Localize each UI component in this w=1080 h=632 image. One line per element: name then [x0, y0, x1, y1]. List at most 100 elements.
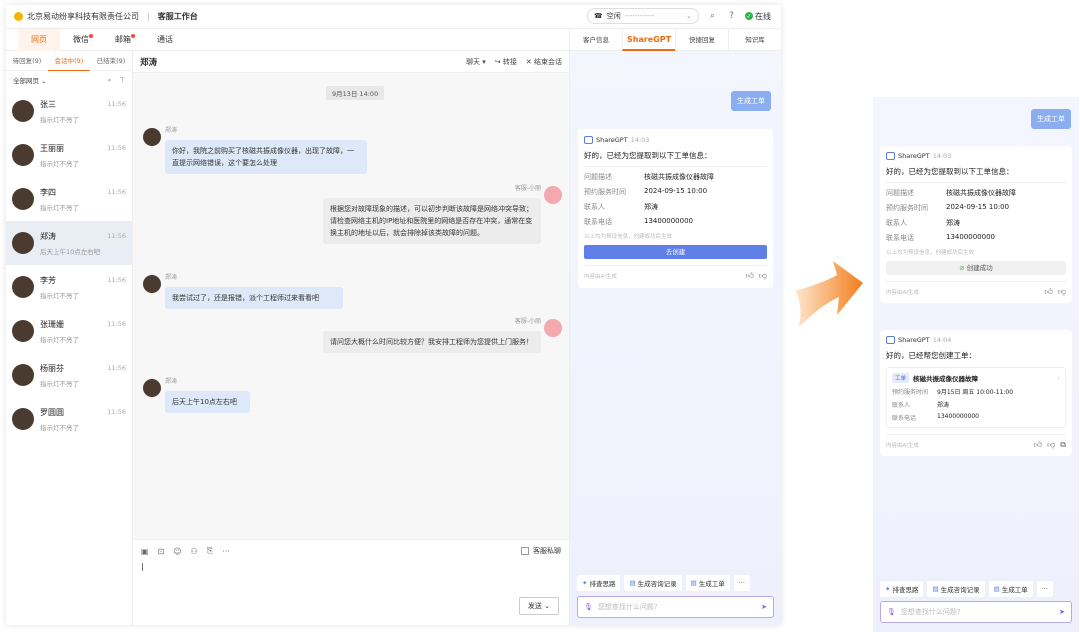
tab-web[interactable]: 网页 [18, 28, 60, 51]
thumbs-down-icon[interactable]: 👎︎ [759, 271, 767, 281]
attachment-icon[interactable]: ⎘ [207, 546, 213, 556]
quick-label: 排查思路 [892, 586, 919, 594]
phone-status-select[interactable]: ☎ 空闲 ---·---·---- ⌄ [587, 8, 699, 24]
filter-label: 全部网页 [13, 77, 39, 85]
last-message: 指示灯不亮了 [40, 115, 79, 124]
ticket-title: 核磁共振成像仪器故障 [913, 375, 979, 383]
quick-troubleshoot[interactable]: ✦ 排查思路 [880, 581, 924, 597]
more-icon[interactable]: ··· [222, 547, 230, 556]
list-item[interactable]: 杨丽芬 指示灯不亮了 11:56 [6, 353, 132, 397]
filter-select[interactable]: 全部网页 ⌄ [13, 75, 47, 85]
end-chat-button[interactable]: ✕ 结束会话 [526, 57, 562, 67]
avatar [12, 276, 34, 298]
card-intro: 好的，已经帮您创建工单： [886, 351, 976, 360]
transfer-label: 转接 [502, 57, 517, 66]
online-label: 在线 [755, 11, 771, 21]
timestamp: 11:56 [107, 320, 126, 328]
copy-icon[interactable]: ⧉ [1060, 440, 1066, 450]
tab-customer-info[interactable]: 客户信息 [570, 29, 622, 51]
quick-more[interactable]: ··· [1036, 581, 1053, 597]
doc-icon: ▤ [629, 579, 636, 587]
list-item[interactable]: 郑涛 后天上午10点左右吧 11:56 [6, 221, 132, 265]
last-message: 后天上午10点左右吧 [40, 247, 101, 256]
ai-question-input[interactable]: 🎙︎ 您想查找什么问题? ➤ [880, 601, 1072, 623]
screenshot-icon[interactable]: ⊡ [158, 547, 165, 556]
quick-create-ticket[interactable]: ▤ 生成工单 [988, 581, 1033, 597]
thumbs-up-icon[interactable]: 👍︎ [746, 271, 754, 281]
list-item[interactable]: 张三 指示灯不亮了 11:56 [6, 89, 132, 133]
quick-troubleshoot[interactable]: ✦ 排查思路 [577, 575, 621, 591]
list-item[interactable]: 张珊姗 指示灯不亮了 11:56 [6, 309, 132, 353]
brand-separator: | [147, 12, 150, 21]
search-icon[interactable]: ⌕ [707, 11, 718, 22]
ai-card-extract: ShareGPT 14:03 好的，已经为您提取到以下工单信息： 问题描述 核磁共振… [880, 146, 1072, 303]
emoji-icon[interactable]: ☺ [173, 547, 181, 556]
ai-question-input[interactable]: 🎙︎ 您想查找什么问题? ➤ [577, 596, 774, 618]
quick-create-ticket[interactable]: ▤ 生成工单 [685, 575, 730, 591]
list-item[interactable]: 王丽丽 指示灯不亮了 11:56 [6, 133, 132, 177]
last-message: 指示灯不亮了 [40, 159, 79, 168]
private-chat-toggle[interactable]: 客服私聊 [521, 546, 561, 556]
tab-quick-reply[interactable]: 快捷回复 [675, 28, 728, 51]
list-item[interactable]: 李四 指示灯不亮了 11:56 [6, 177, 132, 221]
tab-email[interactable]: 邮箱 [102, 29, 144, 51]
timestamp: 11:56 [107, 144, 126, 152]
flow-arrow-icon [795, 261, 863, 327]
tab-wechat[interactable]: 微信 [60, 29, 102, 51]
avatar [12, 232, 34, 254]
quick-actions: ✦ 排查思路 ▤ 生成咨询记录 ▤ 生成工单 ··· [880, 581, 1053, 597]
create-ticket-button[interactable]: 去创建 [584, 245, 767, 259]
field-value: 郑涛 [946, 219, 960, 227]
send-button[interactable]: 发送 ⌄ [518, 597, 559, 615]
tab-call[interactable]: 通话 [144, 29, 186, 51]
send-icon[interactable]: ➤ [761, 603, 767, 611]
ticket-tag: 工单 [892, 373, 910, 383]
user-command: 生成工单 [1031, 109, 1071, 129]
quick-consult-record[interactable]: ▤ 生成咨询记录 [624, 575, 682, 591]
phone-status: 空闲 [606, 12, 621, 20]
message-outgoing: 客服-小丽 根据您对故障现象的描述，可以初步判断该故障是网络冲突导致；请检查网络… [323, 183, 541, 244]
message-bubble: 根据您对故障现象的描述，可以初步判断该故障是网络冲突导致；请检查网络主机的IP地… [323, 198, 541, 244]
checkbox[interactable] [521, 547, 529, 555]
unread-dot [89, 33, 93, 38]
tab-pending[interactable]: 待回复(9) [6, 51, 48, 71]
field-value: 13400000000 [644, 217, 693, 225]
tab-active[interactable]: 会话中(9) [48, 51, 90, 71]
field-value: 2024-09-15 10:00 [946, 203, 1010, 211]
image-icon[interactable]: ▣ [141, 547, 149, 556]
microphone-icon[interactable]: 🎙︎ [584, 603, 593, 611]
message-composer[interactable]: ▣ ⊡ ☺ ⚇ ⎘ ··· 客服私聊 | 发送 ⌄ [133, 539, 569, 625]
timestamp: 11:56 [107, 188, 126, 196]
quick-consult-record[interactable]: ▤ 生成咨询记录 [927, 581, 985, 597]
tab-sharegpt[interactable]: ShareGPT [622, 28, 675, 51]
transfer-button[interactable]: ↪ 转接 [495, 57, 517, 67]
thumbs-up-icon[interactable]: 👍︎ [1034, 440, 1042, 450]
card-intro: 好的，已经为您提取到以下工单信息： [584, 151, 712, 160]
quick-more[interactable]: ··· [733, 575, 750, 591]
field-value: 13400000000 [946, 233, 995, 241]
sender-name: 郑涛 [165, 274, 178, 281]
filter-icon[interactable]: ⊤ [119, 76, 125, 85]
tab-ended[interactable]: 已结束(9) [90, 51, 132, 71]
list-item[interactable]: 罗圆圆 指示灯不亮了 11:56 [6, 397, 132, 441]
microphone-icon[interactable]: 🎙︎ [887, 608, 896, 616]
thumbs-up-icon[interactable]: 👍︎ [1045, 287, 1053, 297]
thumbs-down-icon[interactable]: 👎︎ [1058, 287, 1066, 297]
list-item[interactable]: 李芳 指示灯不亮了 11:56 [6, 265, 132, 309]
ticket-summary[interactable]: 工单 核磁共振成像仪器故障 › 预约服务时间 9月15日 周五 10:00-11:00… [886, 367, 1066, 428]
chat-mode-select[interactable]: 聊天 ▾ [466, 57, 486, 67]
card-note: 以上均为预设信息，创建成功后生效 [886, 250, 975, 256]
customer-icon[interactable]: ⚇ [191, 547, 198, 556]
workspace-title: 客服工作台 [157, 12, 198, 21]
ai-card-ticket: ShareGPT 14:04 好的，已经帮您创建工单： 工单 核磁共振成像仪器故障 ›… [880, 330, 1072, 456]
tab-wechat-label: 微信 [73, 34, 89, 44]
input-placeholder: 您想查找什么问题? [597, 603, 658, 611]
online-status[interactable]: ✓ 在线 [745, 11, 771, 22]
thumbs-down-icon[interactable]: 👎︎ [1047, 440, 1055, 450]
tab-knowledge-base[interactable]: 知识库 [728, 28, 781, 51]
text-cursor: | [141, 562, 144, 571]
help-icon[interactable]: ? [726, 11, 737, 22]
field-label: 联系人 [584, 203, 605, 211]
search-icon[interactable]: ⌕ [108, 76, 112, 85]
send-icon[interactable]: ➤ [1059, 608, 1065, 616]
